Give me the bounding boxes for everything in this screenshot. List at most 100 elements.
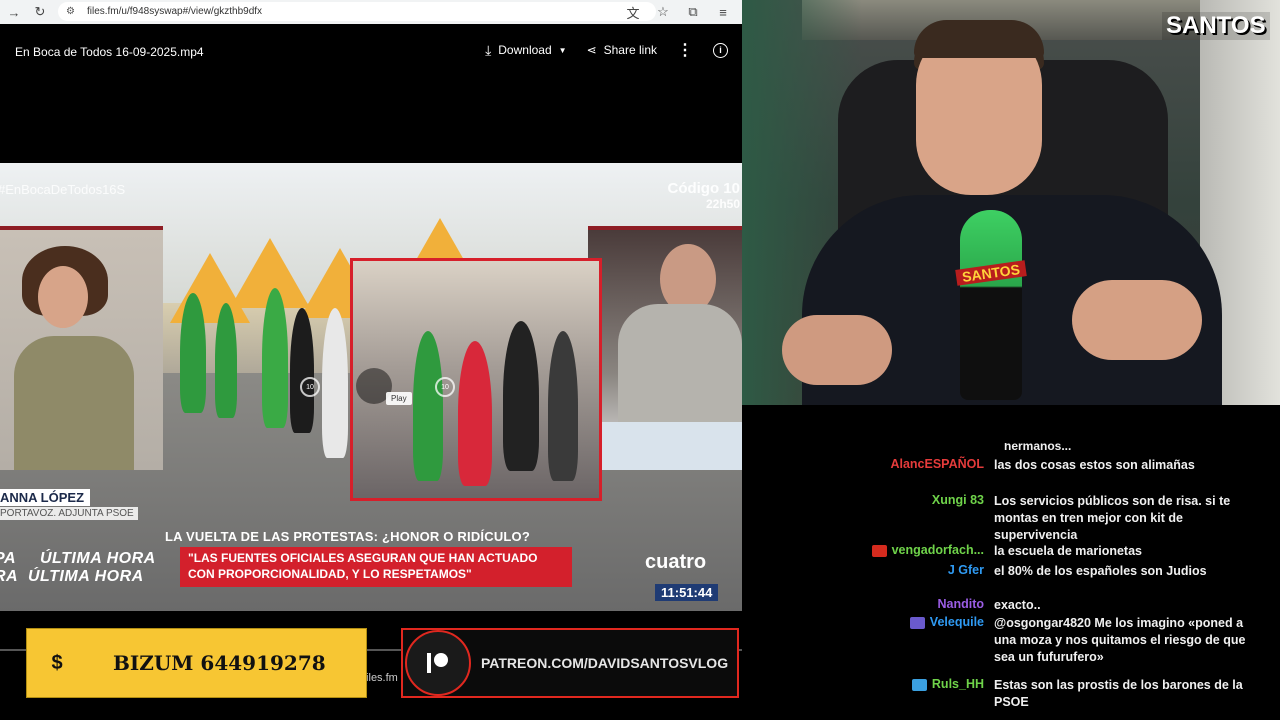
chat-username[interactable]: J Gfer — [948, 563, 984, 577]
chat-username-cell: Velequile — [742, 615, 994, 666]
ultima-left-2: RA — [0, 568, 19, 585]
footer-brand: files.fm — [363, 672, 398, 684]
site-settings-icon[interactable]: ⚙ — [66, 6, 75, 17]
viewer-actions: ⤓ Download ▼ ⋖ Share link ⋮ i — [485, 40, 728, 60]
patreon-banner: PATREON.COM/DAVIDSANTOSVLOG — [401, 628, 739, 698]
chat-message: Ruls_HH Estas son las prostis de los baro… — [742, 677, 1280, 711]
download-button[interactable]: ⤓ Download ▼ — [485, 42, 567, 59]
inset-figure — [413, 331, 443, 481]
flag-badge-icon — [871, 545, 887, 557]
inset-figure — [548, 331, 578, 481]
chat-username-cell: Nandito — [742, 597, 994, 614]
guest-body — [14, 336, 134, 470]
chat-username-cell: AlancESPAÑOL — [742, 457, 994, 474]
ultima-left-1: PA — [0, 550, 17, 567]
broadcast-clock: 11:51:44 — [655, 584, 719, 601]
video-figure — [180, 293, 206, 413]
presenter-desk — [588, 422, 742, 470]
program-bug: Código 10 22h50 — [667, 180, 740, 211]
chat-username[interactable]: Nandito — [937, 597, 984, 611]
news-quote: "LAS FUENTES OFICIALES ASEGURAN QUE HAN … — [180, 547, 572, 587]
viewer-header: En Boca de Todos 16-09-2025.mp4 ⤓ Downlo… — [0, 24, 742, 82]
cam-streamer-hair — [914, 20, 1044, 58]
address-field[interactable]: ⚙ files.fm/u/f948syswap#/view/gkzthb9dfx — [58, 2, 656, 21]
cam-hand — [1072, 280, 1202, 360]
bizum-text: BIZUM 644919278 — [113, 651, 326, 675]
chat-username[interactable]: Xungi 83 — [932, 493, 984, 507]
chat-message-text: Estas son las prostis de los barones de … — [994, 678, 1243, 709]
program-time: 22h50 — [705, 196, 740, 211]
bizum-banner: $ BIZUM 644919278 — [26, 628, 367, 698]
cam-hand — [782, 315, 892, 385]
play-tooltip: Play — [386, 392, 412, 405]
video-figure — [322, 308, 348, 458]
share-icon: ⋖ — [586, 43, 597, 57]
webcam-feed: SANTOS SANTOS — [742, 0, 1280, 405]
video-figure — [262, 288, 288, 428]
video-player[interactable]: #EnBocaDeTodos16S Código 10 22h50 10 10 — [0, 163, 742, 611]
patreon-icon — [405, 630, 471, 696]
live-chat: hermanos... AlancESPAÑOL las dos cosas es… — [742, 405, 1280, 720]
guest-name-tag: ANNA LÓPEZ — [0, 489, 91, 506]
url-text: files.fm/u/f948syswap#/view/gkzthb9dfx — [86, 6, 263, 17]
chat-username-cell: Ruls_HH — [742, 677, 994, 711]
presenter-body — [618, 304, 742, 424]
chat-partial-message: hermanos... — [1004, 443, 1072, 451]
browser-toolbar: → ↻ ⚙ files.fm/u/f948syswap#/view/gkzthb… — [0, 0, 742, 24]
chat-message: AlancESPAÑOL las dos cosas estos son alim… — [742, 457, 1280, 474]
inset-figure — [503, 321, 539, 471]
news-headline: LA VUELTA DE LAS PROTESTAS: ¿HONOR O RID… — [165, 529, 531, 544]
chat-message-text: las dos cosas estos son alimañas — [994, 458, 1195, 472]
chat-message: J Gfer el 80% de los españoles son Judios — [742, 563, 1280, 580]
guest-panel — [0, 226, 163, 470]
forward-icon[interactable]: → — [3, 1, 25, 23]
screen: → ↻ ⚙ files.fm/u/f948syswap#/view/gkzthb… — [0, 0, 1280, 720]
info-icon[interactable]: i — [713, 42, 728, 58]
chat-message: Velequile @osgongar4820 Me los imagino «p… — [742, 615, 1280, 666]
hashtag-overlay: #EnBocaDeTodos16S — [0, 182, 126, 197]
chat-username[interactable]: Velequile — [930, 615, 984, 629]
download-icon: ⤓ — [485, 41, 492, 58]
chat-message-text: @osgongar4820 Me los imagino «poned a un… — [994, 616, 1246, 664]
chat-message-text: el 80% de los españoles son Judios — [994, 564, 1207, 578]
more-options-icon[interactable]: ⋮ — [677, 40, 693, 60]
reload-icon[interactable]: ↻ — [29, 1, 51, 23]
breaking-news-1: ÚLTIMA HORA — [40, 550, 156, 567]
extensions-icon[interactable]: ⧉ — [682, 1, 704, 23]
bookmark-star-icon[interactable]: ☆ — [652, 1, 674, 23]
chat-message-text: Los servicios públicos son de risa. si t… — [994, 494, 1231, 542]
program-name: Código 10 — [667, 180, 740, 197]
toolbar-right: 文 ☆ ⧉ ≡ — [622, 0, 742, 24]
patreon-text: PATREON.COM/DAVIDSANTOSVLOG — [481, 655, 729, 671]
channel-logo: cuatro — [645, 551, 707, 573]
chat-username[interactable]: Ruls_HH — [932, 677, 984, 691]
guest-role-tag: PORTAVOZ. ADJUNTA PSOE — [0, 507, 138, 520]
rewind-10-icon[interactable]: 10 — [300, 377, 320, 397]
breaking-news-2: ÚLTIMA HORA — [28, 568, 144, 585]
chat-message: Xungi 83 Los servicios públicos son de ri… — [742, 493, 1280, 544]
chat-message: vengadorfach... la escuela de marionetas — [742, 543, 1280, 560]
chat-message: Nandito exacto.. — [742, 597, 1280, 614]
chat-message-text: exacto.. — [994, 598, 1041, 612]
inset-figure — [458, 341, 492, 486]
file-name: En Boca de Todos 16-09-2025.mp4 — [15, 45, 204, 59]
chat-username[interactable]: AlancESPAÑOL — [890, 457, 984, 471]
share-label: Share link — [603, 43, 657, 57]
chat-username-cell: J Gfer — [742, 563, 994, 580]
translate-icon[interactable]: 文 — [622, 1, 644, 23]
chat-username-cell: vengadorfach... — [742, 543, 994, 560]
sub-badge-icon — [911, 679, 927, 691]
channel-watermark: SANTOS — [1162, 12, 1270, 40]
chat-message-text: la escuela de marionetas — [994, 544, 1142, 558]
chat-username-cell: Xungi 83 — [742, 493, 994, 544]
share-link-button[interactable]: ⋖ Share link — [587, 43, 657, 57]
mod-badge-icon — [909, 617, 925, 629]
video-figure — [215, 303, 237, 418]
download-label: Download — [498, 43, 552, 57]
chat-username[interactable]: vengadorfach... — [892, 543, 984, 557]
dollar-icon: $ — [51, 651, 63, 674]
presenter-panel — [588, 226, 742, 470]
microphone — [960, 210, 1022, 400]
media-control-icon[interactable]: ≡ — [712, 1, 734, 23]
forward-10-icon[interactable]: 10 — [435, 377, 455, 397]
